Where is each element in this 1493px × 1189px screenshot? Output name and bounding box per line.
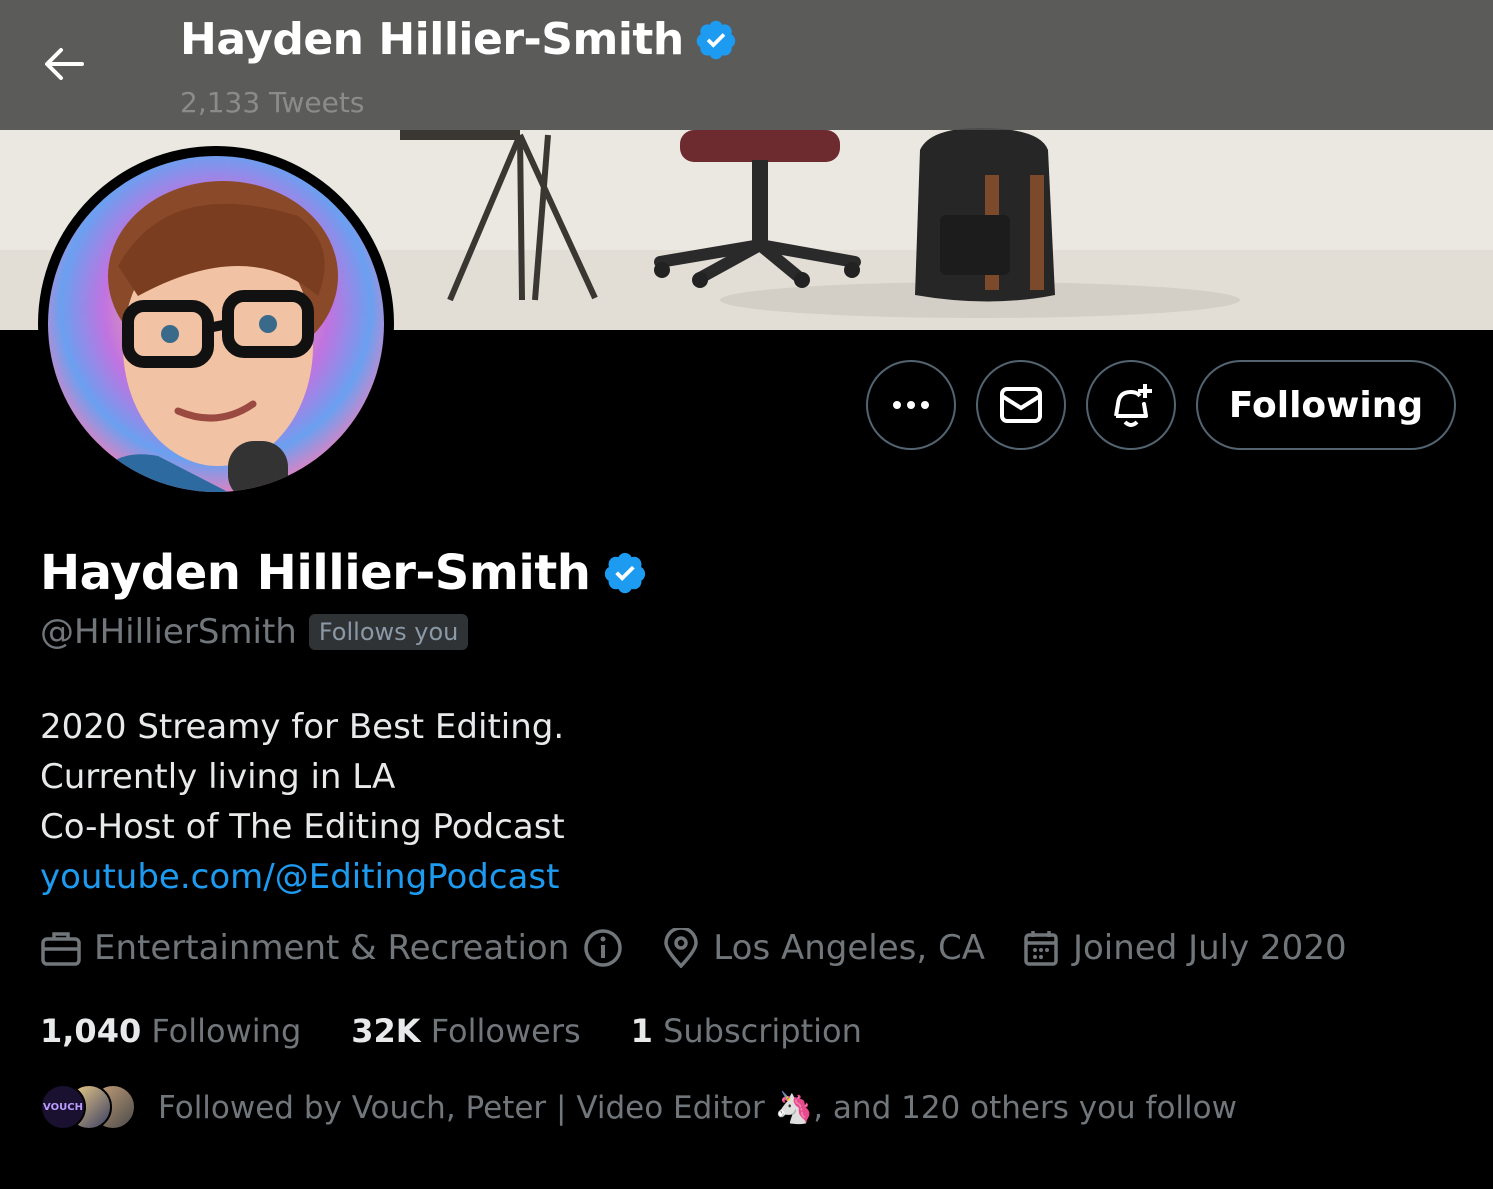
subscription-label: Subscription (663, 1012, 862, 1050)
joined-label: Joined July 2020 (1072, 928, 1347, 968)
bio-link[interactable]: youtube.com/@EditingPodcast (40, 852, 565, 902)
profile-avatar[interactable] (38, 146, 394, 502)
profile-name: Hayden Hillier-Smith (40, 545, 591, 601)
bell-plus-icon (1114, 384, 1152, 427)
bio-line: Co-Host of The Editing Podcast (40, 807, 565, 847)
handle-row: @HHillierSmith Follows you (40, 612, 469, 652)
notify-button[interactable] (1086, 360, 1176, 450)
followed-by-row[interactable]: VOUCH Followed by Vouch, Peter | Video E… (40, 1082, 1237, 1132)
info-icon (584, 929, 623, 967)
profile-stats: 1,040 Following 32K Followers 1 Subscrip… (40, 1012, 912, 1050)
calendar-icon (1024, 931, 1058, 966)
location-item: Los Angeles, CA (663, 928, 985, 968)
verified-badge-icon[interactable] (694, 18, 738, 62)
follows-you-badge: Follows you (308, 614, 469, 650)
more-button[interactable] (866, 360, 956, 450)
category-label: Entertainment & Recreation (94, 928, 570, 968)
more-icon (893, 401, 929, 409)
verified-badge-icon[interactable] (602, 550, 648, 596)
header-name: Hayden Hillier-Smith (180, 14, 684, 65)
joined-item: Joined July 2020 (1023, 928, 1347, 968)
followed-by-avatars: VOUCH (40, 1082, 136, 1132)
location-pin-icon (664, 928, 699, 968)
following-label: Following (151, 1012, 302, 1050)
profile-handle: @HHillierSmith (40, 612, 297, 652)
mini-avatar-vouch: VOUCH (40, 1084, 86, 1130)
message-button[interactable] (976, 360, 1066, 450)
avatar-photo (48, 156, 384, 492)
followers-count: 32K (351, 1012, 421, 1050)
subscription-stat[interactable]: 1 Subscription (631, 1012, 862, 1050)
category-info-button[interactable] (583, 928, 623, 968)
subscription-count: 1 (630, 1012, 653, 1050)
following-count: 1,040 (40, 1012, 142, 1050)
followers-label: Followers (430, 1012, 581, 1050)
following-button[interactable]: Following (1196, 360, 1456, 450)
briefcase-icon (41, 932, 81, 966)
header-title: Hayden Hillier-Smith (180, 14, 738, 65)
profile-meta: Entertainment & Recreation Los Angeles, … (40, 928, 1385, 968)
followers-stat[interactable]: 32K Followers (351, 1012, 580, 1050)
bio-line: Currently living in LA (40, 757, 396, 797)
mail-icon (1000, 387, 1042, 423)
profile-header-bar: Hayden Hillier-Smith 2,133 Tweets (0, 0, 1493, 130)
followed-by-text: Followed by Vouch, Peter | Video Editor … (158, 1089, 1237, 1126)
back-button[interactable] (30, 38, 98, 90)
profile-name-row: Hayden Hillier-Smith (40, 545, 648, 601)
arrow-left-icon (45, 48, 84, 80)
vouch-logo-text: VOUCH (43, 1101, 83, 1113)
category-item: Entertainment & Recreation (40, 928, 569, 968)
tweet-count: 2,133 Tweets (180, 86, 365, 119)
following-stat[interactable]: 1,040 Following (40, 1012, 301, 1050)
bio-line: 2020 Streamy for Best Editing. (40, 707, 565, 747)
profile-bio: 2020 Streamy for Best Editing. Currently… (40, 702, 565, 902)
location-label: Los Angeles, CA (713, 928, 985, 968)
